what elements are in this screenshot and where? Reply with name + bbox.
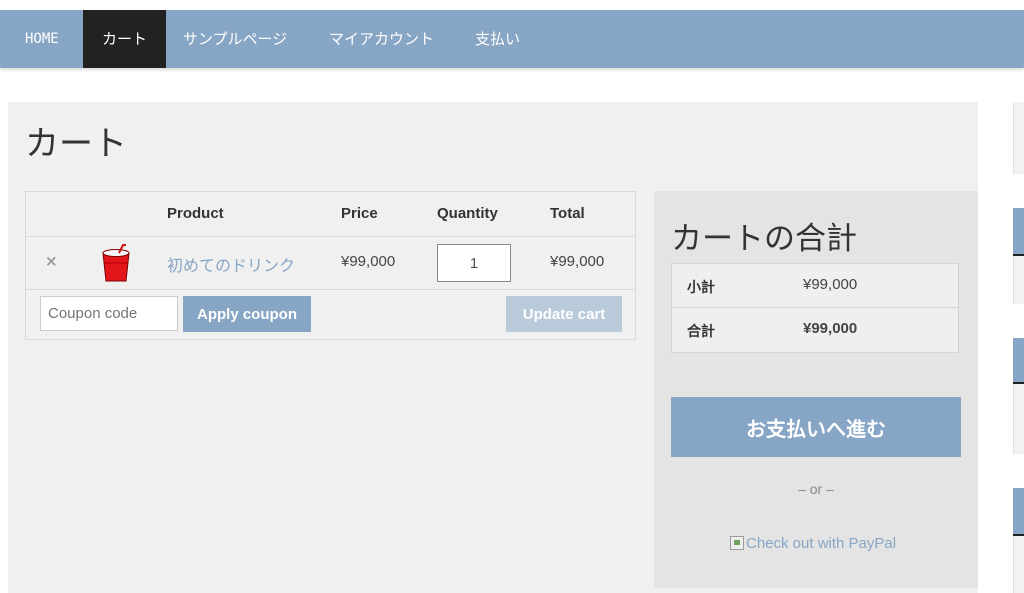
main-nav: HOME カート サンプルページ マイアカウント 支払い: [0, 10, 1024, 68]
sidebar-widget: [1013, 536, 1024, 593]
cart-table: Product Price Quantity Total × 初めてのドリンク …: [25, 191, 636, 340]
sidebar-widget-header: [1013, 208, 1024, 254]
paypal-checkout-link[interactable]: Check out with PayPal: [730, 535, 896, 552]
sidebar-widget-header: [1013, 338, 1024, 382]
paypal-alt-text: Check out with PayPal: [746, 535, 897, 552]
sidebar-widget: [1013, 256, 1024, 304]
product-link[interactable]: 初めてのドリンク: [167, 252, 295, 276]
nav-item-home[interactable]: HOME: [8, 10, 76, 68]
total-row: 合計 ¥99,000: [672, 308, 958, 352]
quantity-input[interactable]: [437, 244, 511, 282]
subtotal-row: 小計 ¥99,000: [672, 264, 958, 308]
header-price: Price: [341, 205, 378, 222]
sidebar-widget-header: [1013, 488, 1024, 534]
coupon-code-input[interactable]: [40, 296, 178, 331]
subtotal-label: 小計: [687, 280, 715, 296]
nav-item-cart[interactable]: カート: [83, 10, 166, 68]
cart-totals: カートの合計 小計 ¥99,000 合計 ¥99,000 お支払いへ進む – o…: [654, 191, 978, 588]
or-divider: – or –: [798, 481, 834, 497]
sidebar-widget: [1013, 102, 1024, 174]
apply-coupon-button[interactable]: Apply coupon: [183, 296, 311, 332]
total-label: 合計: [687, 324, 715, 340]
cart-totals-title: カートの合計: [671, 221, 857, 257]
remove-item-icon[interactable]: ×: [45, 252, 58, 270]
table-row: × 初めてのドリンク ¥99,000 ¥99,000: [26, 237, 635, 290]
nav-item-payment[interactable]: 支払い: [458, 10, 537, 68]
broken-image-icon: [730, 536, 744, 550]
item-total: ¥99,000: [550, 253, 605, 270]
subtotal-value: ¥99,000: [803, 276, 858, 293]
cart-table-header: Product Price Quantity Total: [26, 192, 635, 237]
nav-item-sample-page[interactable]: サンプルページ: [166, 10, 304, 68]
proceed-to-checkout-button[interactable]: お支払いへ進む: [671, 397, 961, 457]
page-title: カート: [25, 124, 127, 164]
header-product: Product: [167, 205, 224, 222]
totals-table: 小計 ¥99,000 合計 ¥99,000: [671, 263, 959, 353]
update-cart-button[interactable]: Update cart: [506, 296, 622, 332]
total-value: ¥99,000: [803, 320, 858, 337]
main-content: カート Product Price Quantity Total × 初めてのド…: [8, 102, 978, 593]
red-cup-icon[interactable]: [99, 243, 133, 283]
header-quantity: Quantity: [437, 205, 498, 222]
item-price: ¥99,000: [341, 253, 396, 270]
header-total: Total: [550, 205, 585, 222]
sidebar-widget: [1013, 384, 1024, 454]
nav-item-my-account[interactable]: マイアカウント: [312, 10, 451, 68]
